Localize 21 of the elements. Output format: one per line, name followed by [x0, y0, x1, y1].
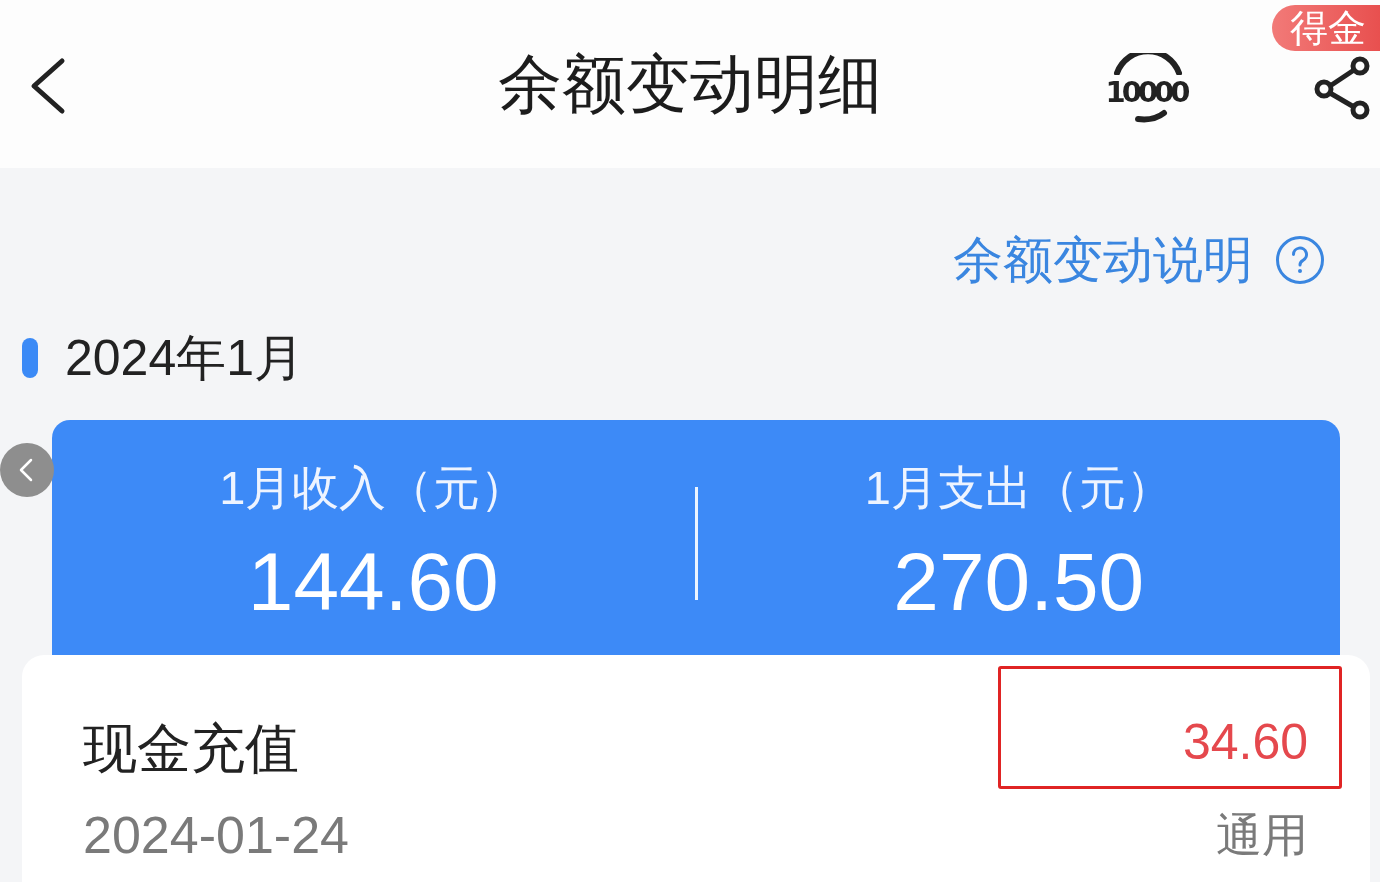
- reward-badge[interactable]: 得金: [1272, 5, 1380, 51]
- summary-label: 1月支出（元）: [864, 462, 1173, 514]
- summary-value: 144.60: [247, 541, 499, 623]
- share-icon: [1312, 56, 1372, 120]
- account-type: 通用: [1216, 808, 1308, 863]
- summary-value: 270.50: [893, 541, 1145, 623]
- help-icon[interactable]: [1275, 235, 1325, 285]
- month-marker-icon: [22, 338, 38, 378]
- customer-service-button[interactable]: 10000: [1106, 53, 1190, 123]
- chevron-left-icon: [19, 458, 33, 482]
- page-title: 余额变动明细: [498, 46, 882, 122]
- headset-arc-icon: [1112, 53, 1184, 75]
- share-button[interactable]: [1312, 56, 1372, 120]
- transaction-date: 2024-01-24: [83, 807, 349, 863]
- side-arrow-button[interactable]: [0, 443, 54, 497]
- balance-help-link[interactable]: 余额变动说明: [953, 230, 1253, 290]
- transaction-title: 现金充值: [83, 717, 299, 779]
- month-heading: 2024年1月: [65, 330, 305, 386]
- summary-label: 1月收入（元）: [219, 462, 528, 514]
- microphone-icon: [1134, 109, 1168, 123]
- transaction-amount: 34.60: [1182, 713, 1308, 772]
